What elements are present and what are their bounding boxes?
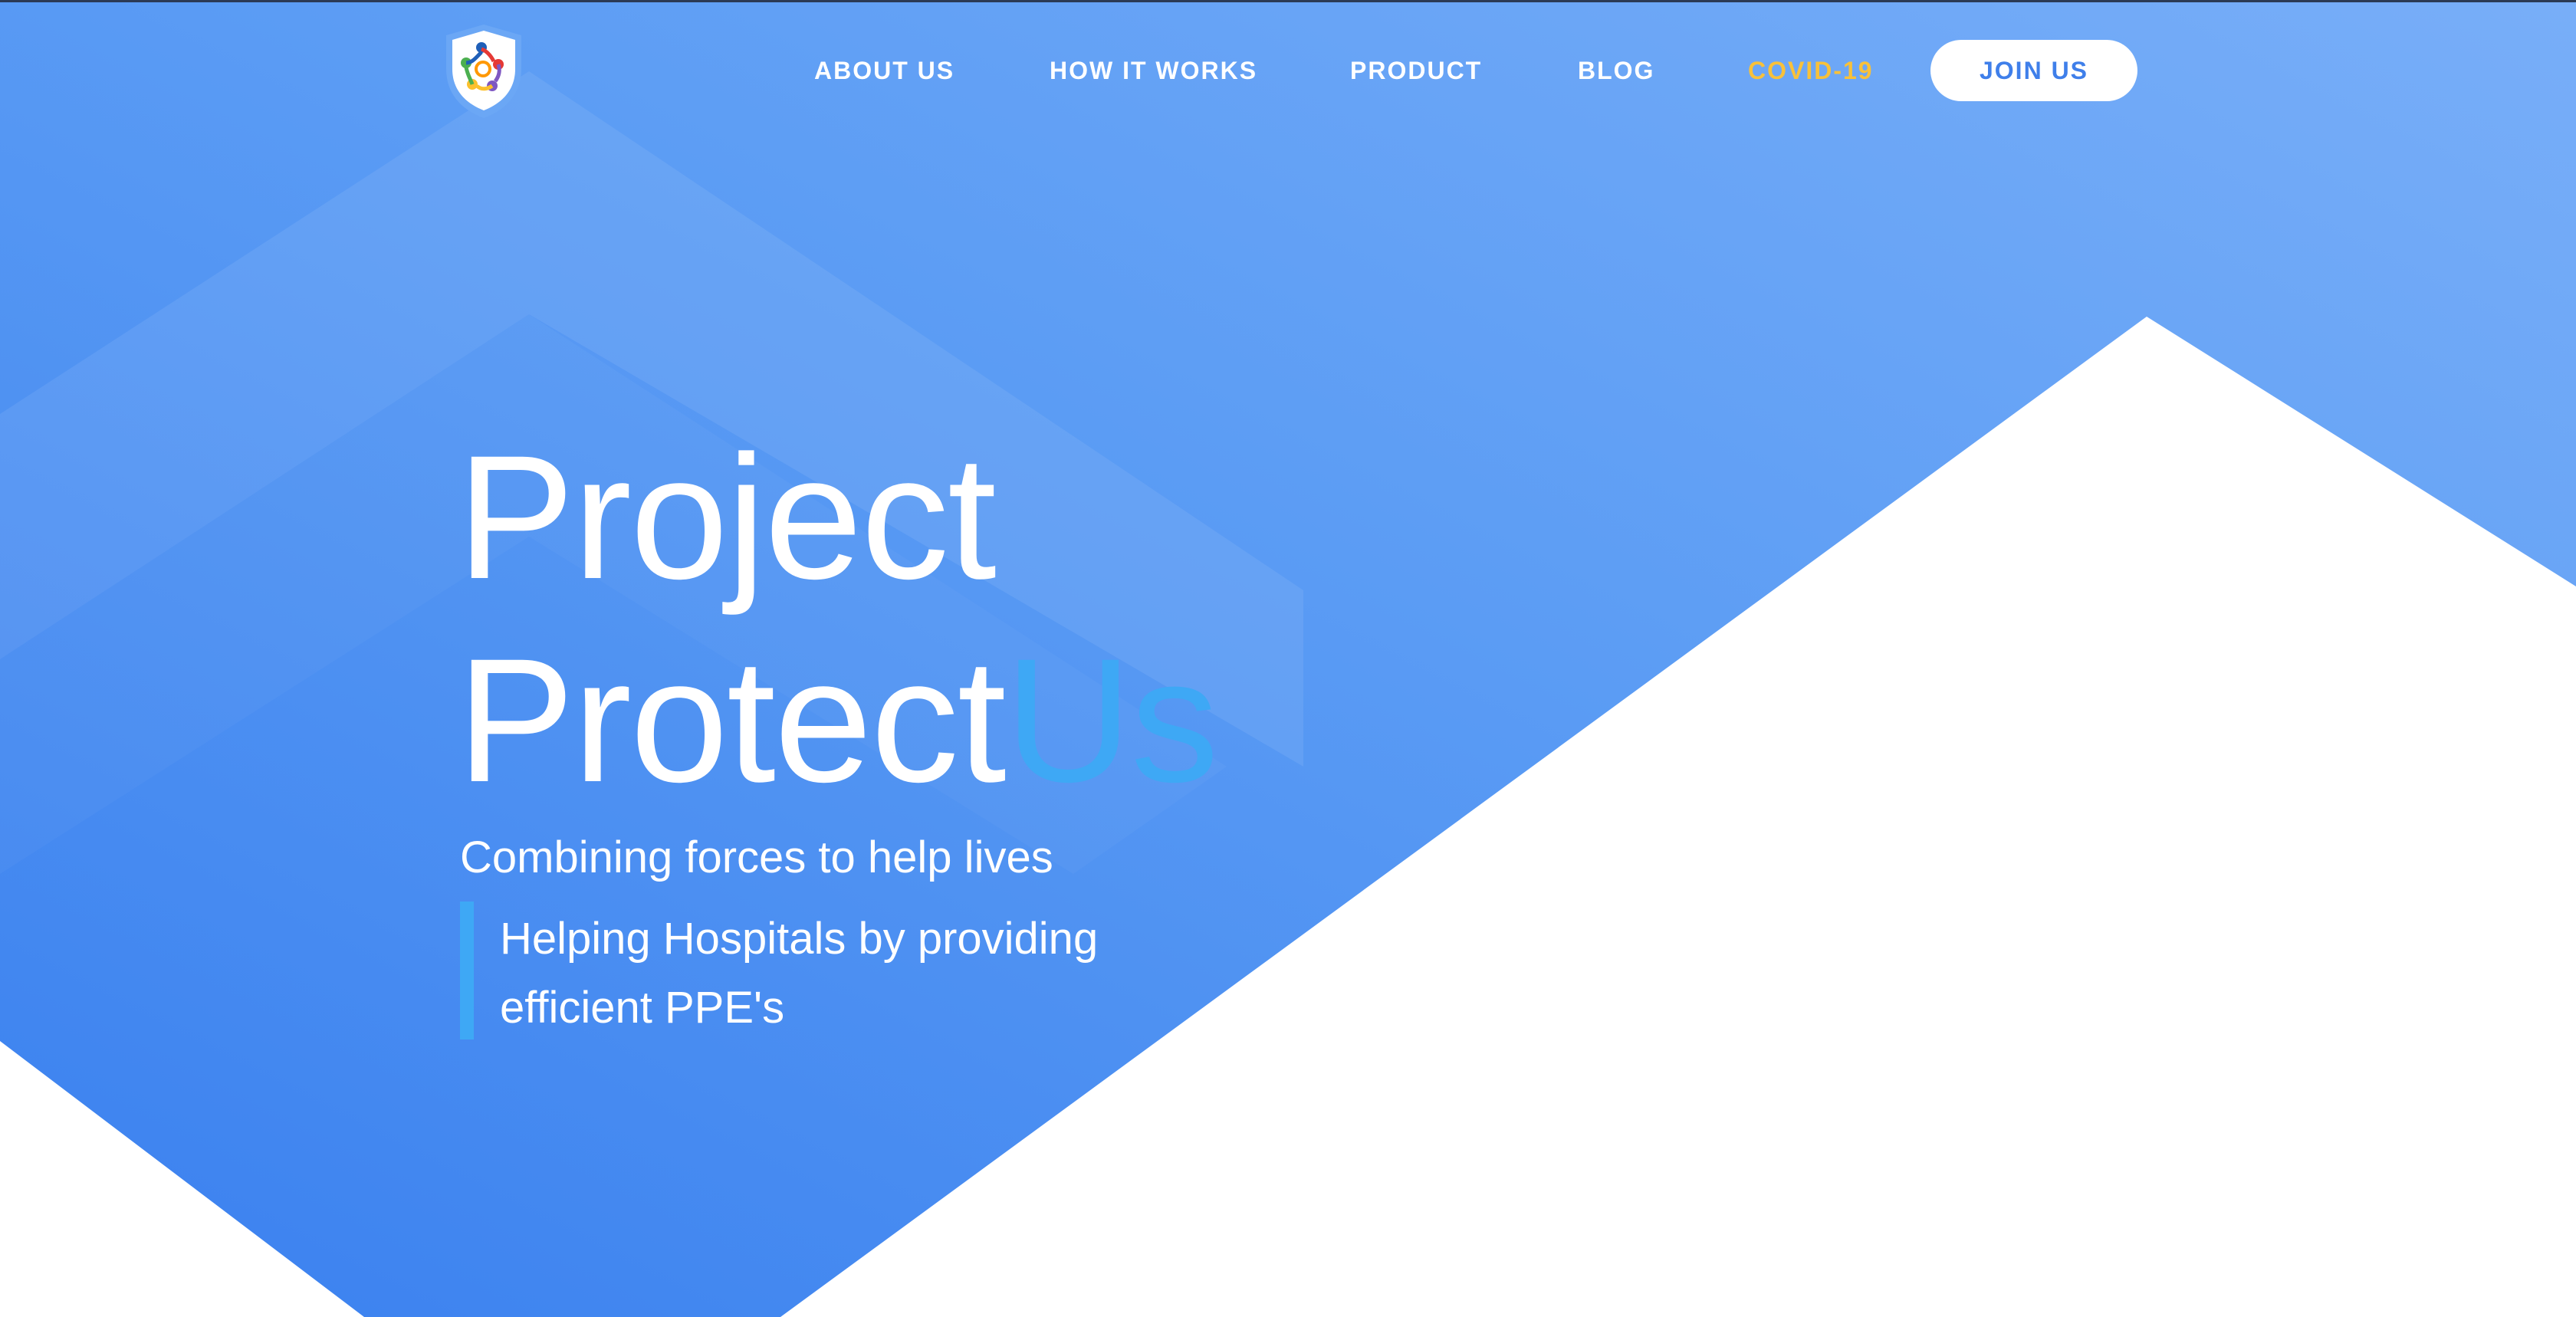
top-border <box>0 0 2576 2</box>
landing-page: ABOUT US HOW IT WORKS PRODUCT BLOG COVID… <box>0 0 2576 1317</box>
nav-product[interactable]: PRODUCT <box>1350 40 1482 101</box>
hero-title-line-2: ProtectUs <box>457 632 1219 809</box>
hero-quote: Helping Hospitals by providing efficient… <box>500 914 1099 1033</box>
hero-subheading: Combining forces to help lives <box>460 833 1053 882</box>
hero-title-line-1: Project <box>457 419 997 616</box>
hero-title-us-accent: Us <box>1004 622 1219 819</box>
hero-background <box>0 0 2576 1317</box>
nav-covid-19[interactable]: COVID-19 <box>1748 40 1874 101</box>
nav-blog[interactable]: BLOG <box>1578 40 1654 101</box>
quote-accent-bar <box>460 902 474 1039</box>
nav-about-us[interactable]: ABOUT US <box>814 40 955 101</box>
hero-title-protect: Protect <box>457 622 1007 819</box>
main-nav: ABOUT US HOW IT WORKS PRODUCT BLOG COVID… <box>0 40 2576 101</box>
nav-how-it-works[interactable]: HOW IT WORKS <box>1050 40 1257 101</box>
join-us-button[interactable]: JOIN US <box>1930 40 2137 101</box>
